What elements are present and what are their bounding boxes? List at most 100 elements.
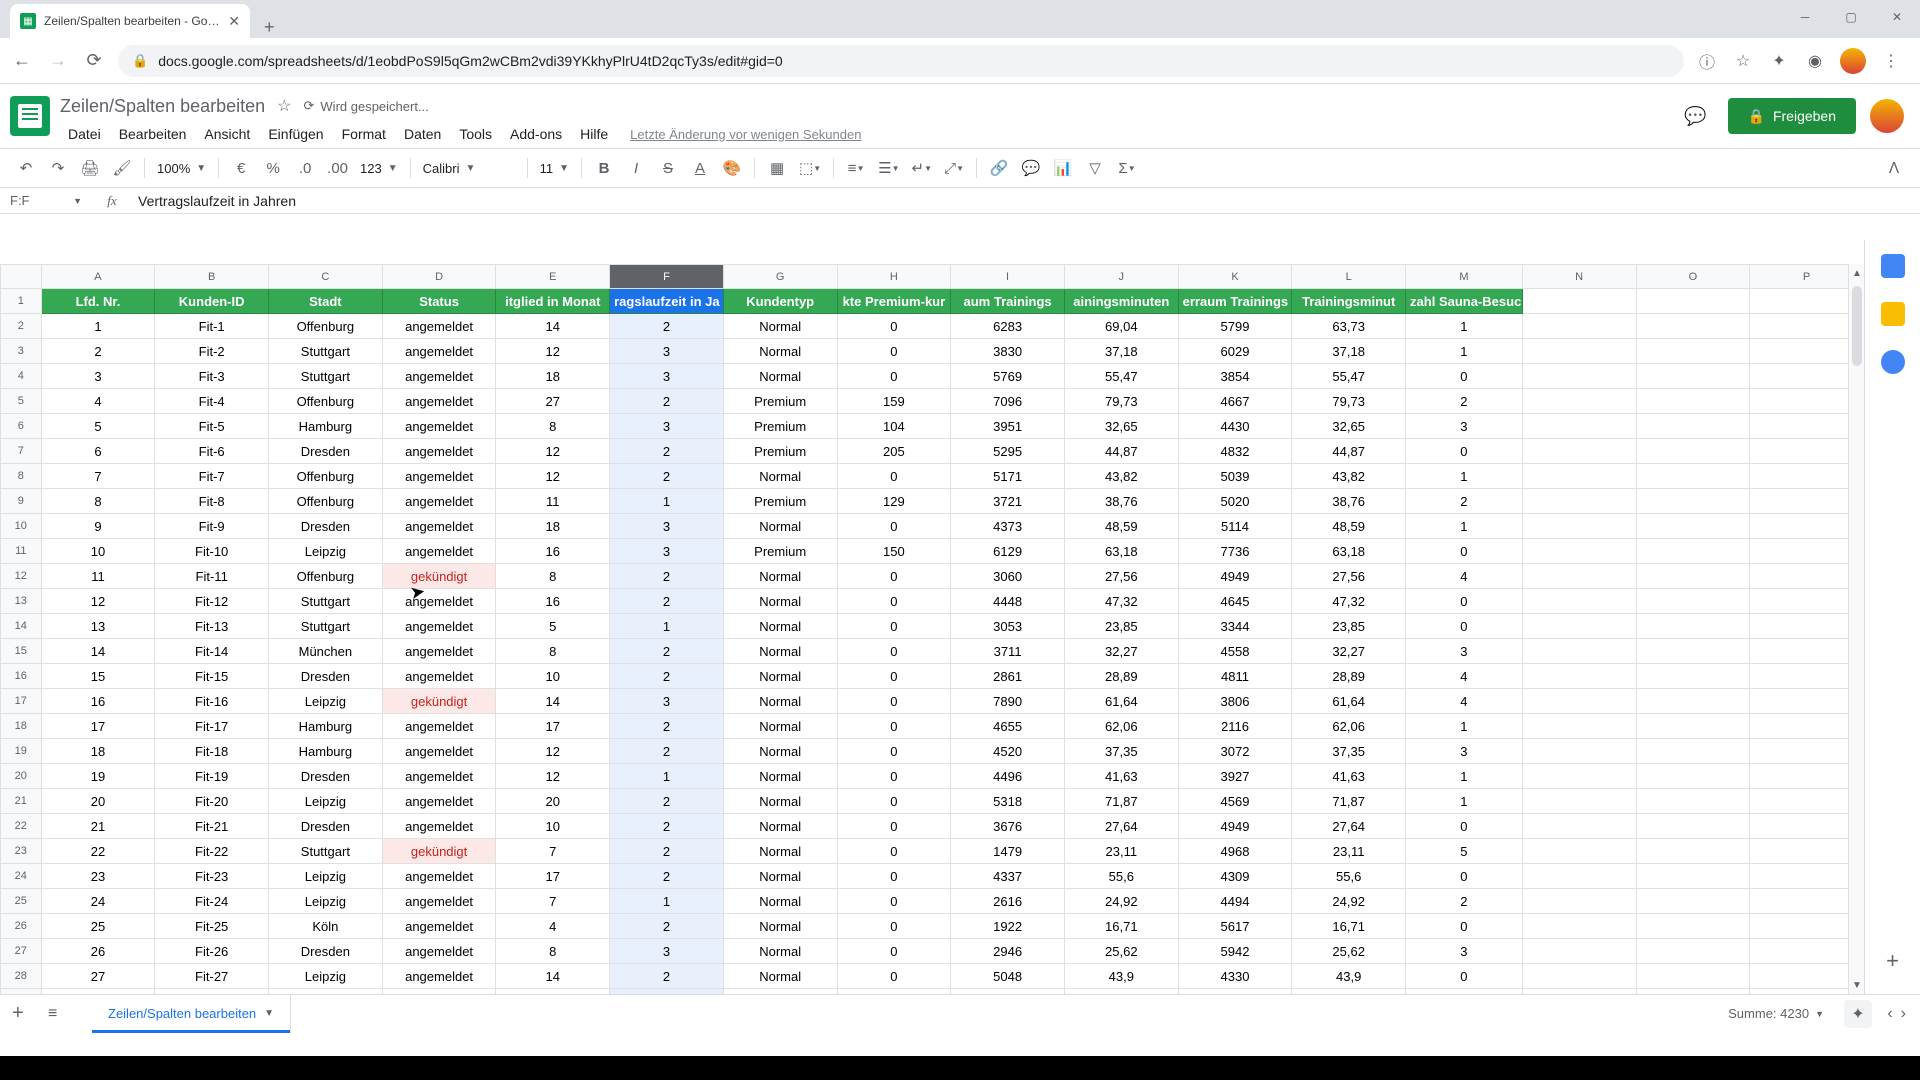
data-cell[interactable]: 48,59 bbox=[1292, 514, 1406, 539]
data-cell[interactable]: 12 bbox=[496, 764, 610, 789]
data-cell[interactable]: Normal bbox=[723, 814, 837, 839]
empty-cell[interactable] bbox=[1522, 289, 1636, 314]
data-cell[interactable]: 63,18 bbox=[1292, 539, 1406, 564]
row-header-17[interactable]: 17 bbox=[1, 689, 42, 714]
data-cell[interactable]: 18 bbox=[496, 364, 610, 389]
data-cell[interactable]: 1 bbox=[41, 314, 155, 339]
data-cell[interactable]: angemeldet bbox=[382, 489, 496, 514]
data-cell[interactable]: Premium bbox=[723, 489, 837, 514]
header-cell[interactable]: itglied in Monat bbox=[496, 289, 610, 314]
borders-button[interactable]: ▦ bbox=[763, 154, 791, 182]
empty-cell[interactable] bbox=[1750, 664, 1864, 689]
empty-cell[interactable] bbox=[1522, 364, 1636, 389]
empty-cell[interactable] bbox=[1636, 914, 1750, 939]
data-cell[interactable]: 0 bbox=[1406, 864, 1523, 889]
data-cell[interactable]: 4448 bbox=[951, 589, 1065, 614]
data-cell[interactable]: 0 bbox=[837, 914, 951, 939]
data-cell[interactable]: 16 bbox=[496, 539, 610, 564]
data-cell[interactable]: 2 bbox=[1406, 389, 1523, 414]
data-cell[interactable]: 71,87 bbox=[1292, 789, 1406, 814]
row-header-5[interactable]: 5 bbox=[1, 389, 42, 414]
data-cell[interactable]: 27,56 bbox=[1292, 564, 1406, 589]
empty-cell[interactable] bbox=[1636, 339, 1750, 364]
data-cell[interactable]: 6129 bbox=[951, 539, 1065, 564]
data-cell[interactable]: 5769 bbox=[951, 364, 1065, 389]
data-cell[interactable]: 3 bbox=[610, 689, 724, 714]
data-cell[interactable]: angemeldet bbox=[382, 439, 496, 464]
address-bar[interactable]: 🔒 docs.google.com/spreadsheets/d/1eobdPo… bbox=[118, 45, 1684, 77]
data-cell[interactable]: angemeldet bbox=[382, 539, 496, 564]
row-header-4[interactable]: 4 bbox=[1, 364, 42, 389]
data-cell[interactable]: 19 bbox=[41, 764, 155, 789]
data-cell[interactable]: 10 bbox=[41, 539, 155, 564]
data-cell[interactable]: 32,65 bbox=[1064, 414, 1178, 439]
data-cell[interactable]: 5039 bbox=[1178, 464, 1292, 489]
data-cell[interactable]: 4645 bbox=[1178, 589, 1292, 614]
data-cell[interactable]: 21 bbox=[41, 814, 155, 839]
data-cell[interactable]: gekündigt bbox=[382, 564, 496, 589]
data-cell[interactable]: Normal bbox=[723, 689, 837, 714]
empty-cell[interactable] bbox=[1636, 714, 1750, 739]
data-cell[interactable]: Normal bbox=[723, 914, 837, 939]
data-cell[interactable]: 4520 bbox=[951, 739, 1065, 764]
data-cell[interactable]: Premium bbox=[723, 539, 837, 564]
data-cell[interactable]: Leipzig bbox=[269, 889, 383, 914]
data-cell[interactable]: 16,71 bbox=[1292, 914, 1406, 939]
data-cell[interactable]: 7 bbox=[496, 839, 610, 864]
row-header-15[interactable]: 15 bbox=[1, 639, 42, 664]
data-cell[interactable]: 2 bbox=[610, 464, 724, 489]
col-header-J[interactable]: J bbox=[1064, 265, 1178, 289]
data-cell[interactable]: Fit-22 bbox=[155, 839, 269, 864]
close-tab-icon[interactable]: ✕ bbox=[228, 13, 240, 30]
row-header-14[interactable]: 14 bbox=[1, 614, 42, 639]
data-cell[interactable]: 20 bbox=[496, 789, 610, 814]
empty-cell[interactable] bbox=[1750, 439, 1864, 464]
data-cell[interactable]: 3951 bbox=[951, 414, 1065, 439]
empty-cell[interactable] bbox=[1636, 389, 1750, 414]
empty-cell[interactable] bbox=[1522, 864, 1636, 889]
data-cell[interactable]: 2 bbox=[610, 964, 724, 989]
document-title[interactable]: Zeilen/Spalten bearbeiten bbox=[60, 96, 265, 117]
data-cell[interactable]: 62,06 bbox=[1292, 714, 1406, 739]
data-cell[interactable]: 3 bbox=[1406, 939, 1523, 964]
reload-button[interactable]: ⟳ bbox=[82, 49, 106, 73]
empty-cell[interactable] bbox=[1750, 914, 1864, 939]
font-select[interactable]: Calibri▼ bbox=[419, 161, 519, 176]
data-cell[interactable]: Leipzig bbox=[269, 689, 383, 714]
col-header-M[interactable]: M bbox=[1406, 265, 1523, 289]
data-cell[interactable]: angemeldet bbox=[382, 414, 496, 439]
data-cell[interactable]: Leipzig bbox=[269, 539, 383, 564]
data-cell[interactable]: 63,18 bbox=[1064, 539, 1178, 564]
data-cell[interactable]: Fit-20 bbox=[155, 789, 269, 814]
col-header-B[interactable]: B bbox=[155, 265, 269, 289]
data-cell[interactable]: Normal bbox=[723, 364, 837, 389]
select-all-corner[interactable] bbox=[1, 265, 42, 289]
data-cell[interactable]: 2 bbox=[610, 589, 724, 614]
data-cell[interactable]: 9 bbox=[41, 514, 155, 539]
row-header-21[interactable]: 21 bbox=[1, 789, 42, 814]
data-cell[interactable]: angemeldet bbox=[382, 514, 496, 539]
data-cell[interactable]: Normal bbox=[723, 839, 837, 864]
data-cell[interactable]: 3806 bbox=[1178, 689, 1292, 714]
row-header-8[interactable]: 8 bbox=[1, 464, 42, 489]
rotate-button[interactable]: ⤢▼ bbox=[940, 154, 968, 182]
data-cell[interactable]: angemeldet bbox=[382, 339, 496, 364]
header-cell[interactable]: Status bbox=[382, 289, 496, 314]
undo-button[interactable]: ↶ bbox=[12, 154, 40, 182]
data-cell[interactable]: 27 bbox=[41, 964, 155, 989]
data-cell[interactable]: 32,65 bbox=[1292, 414, 1406, 439]
data-cell[interactable]: 1 bbox=[610, 889, 724, 914]
empty-cell[interactable] bbox=[1636, 589, 1750, 614]
data-cell[interactable]: 3060 bbox=[951, 564, 1065, 589]
data-cell[interactable]: 2 bbox=[610, 914, 724, 939]
data-cell[interactable]: Normal bbox=[723, 664, 837, 689]
data-cell[interactable]: angemeldet bbox=[382, 864, 496, 889]
data-cell[interactable]: Fit-16 bbox=[155, 689, 269, 714]
row-header-3[interactable]: 3 bbox=[1, 339, 42, 364]
data-cell[interactable]: 0 bbox=[837, 514, 951, 539]
redo-button[interactable]: ↷ bbox=[44, 154, 72, 182]
empty-cell[interactable] bbox=[1636, 564, 1750, 589]
menu-file[interactable]: Datei bbox=[60, 122, 109, 146]
data-cell[interactable]: 4949 bbox=[1178, 564, 1292, 589]
data-cell[interactable]: 0 bbox=[837, 589, 951, 614]
